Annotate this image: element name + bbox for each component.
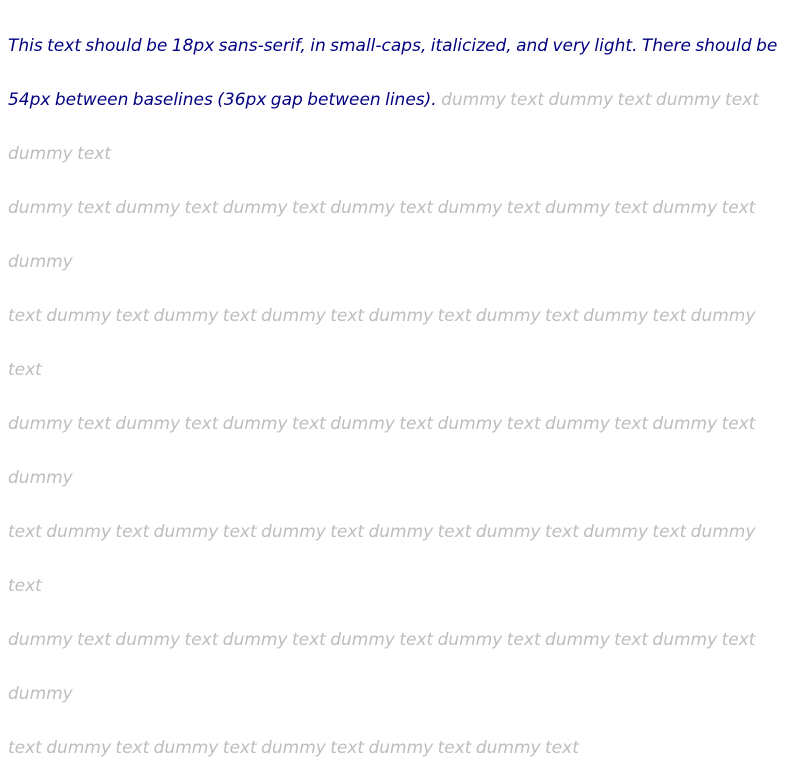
filler-line-3: text dummy text dummy text dummy text du… <box>8 306 756 380</box>
filler-line-4: dummy text dummy text dummy text dummy t… <box>8 414 756 488</box>
filler-line-5: text dummy text dummy text dummy text du… <box>8 522 756 596</box>
filler-line-2: dummy text dummy text dummy text dummy t… <box>8 198 756 272</box>
test-paragraph: This text should be 18px sans-serif, in … <box>8 19 784 775</box>
filler-line-6: dummy text dummy text dummy text dummy t… <box>8 630 756 704</box>
filler-line-7: text dummy text dummy text dummy text du… <box>8 738 579 758</box>
